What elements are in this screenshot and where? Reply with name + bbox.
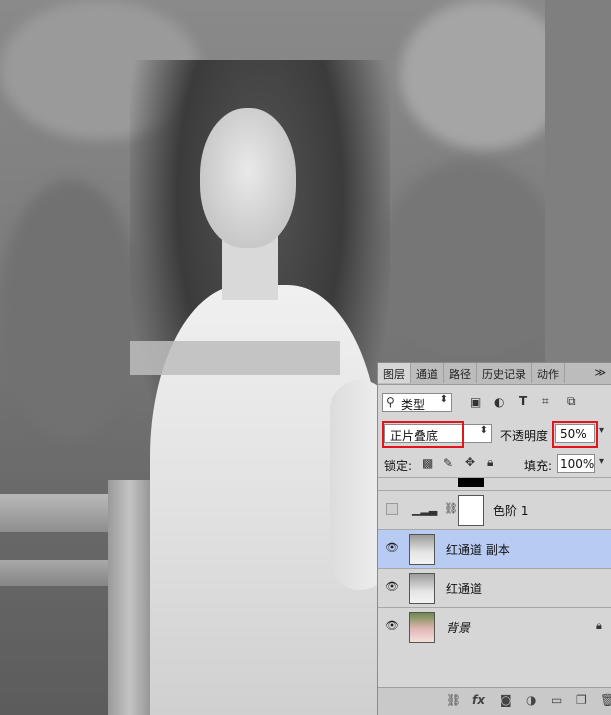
blurred-watermark <box>130 341 340 375</box>
image-filter-icon[interactable]: ▣ <box>470 395 481 409</box>
fill-input[interactable]: 100% <box>557 454 595 473</box>
mask-icon[interactable]: ◙ <box>500 693 512 707</box>
eye-icon[interactable]: 👁︎ <box>384 541 400 555</box>
lock-brush-icon[interactable]: ✎ <box>443 456 453 470</box>
lock-icon: 🔒︎ <box>596 619 602 632</box>
layer-row[interactable]: 👁︎ 红通道 <box>378 568 611 607</box>
lock-transparent-icon[interactable]: ▩ <box>422 456 433 470</box>
type-filter-icon[interactable]: T <box>519 394 527 408</box>
panel-tabs: 图层 通道 路径 历史记录 动作 ≫ <box>378 363 611 385</box>
mask-link-icon[interactable]: ⛓ <box>444 502 458 515</box>
layer-thumbnail <box>409 573 435 604</box>
link-icon[interactable]: ⛓ <box>446 693 461 707</box>
dropdown-arrow-icon: ⬍ <box>439 394 448 405</box>
group-folder-icon[interactable]: ▭ <box>551 693 562 707</box>
new-layer-icon[interactable]: ❐ <box>576 693 587 707</box>
panel-menu-button[interactable]: ≫ <box>589 363 611 383</box>
layer-row[interactable]: ▁▂▃ ⛓ 色阶 1 <box>378 490 611 529</box>
layers-panel: 图层 通道 路径 历史记录 动作 ≫ ⚲ 类型 ⬍ ▣ ◐ T ⌗ ⧉ 正片叠底… <box>377 362 611 715</box>
tab-channels[interactable]: 通道 <box>411 363 444 383</box>
panel-bottom-bar: ⛓ fx ◙ ◑ ▭ ❐ 🗑︎ <box>378 687 611 715</box>
layer-name[interactable]: 红通道 <box>446 580 482 597</box>
blend-mode-highlight <box>382 421 464 448</box>
shape-filter-icon[interactable]: ⌗ <box>542 394 549 409</box>
fill-dropdown-icon[interactable]: ▾ <box>599 456 604 467</box>
lock-all-icon[interactable]: 🔒︎ <box>487 455 493 470</box>
lock-row: 锁定: ▩ ✎ ✥ 🔒︎ 填充: 100% ▾ <box>378 453 611 477</box>
lock-label: 锁定: <box>384 459 413 473</box>
background-foliage <box>0 180 140 440</box>
search-icon: ⚲ <box>386 395 395 409</box>
lock-position-icon[interactable]: ✥ <box>465 455 475 469</box>
visibility-toggle[interactable] <box>386 503 398 515</box>
opacity-dropdown-icon[interactable]: ▾ <box>599 425 604 436</box>
tab-history[interactable]: 历史记录 <box>477 363 532 383</box>
tab-layers[interactable]: 图层 <box>378 363 411 383</box>
blend-row: 正片叠底 ⬍ 不透明度 50% ▾ <box>378 421 611 448</box>
layer-thumbnail <box>409 534 435 565</box>
filter-kind-value: 类型 <box>401 398 426 412</box>
subject-face <box>200 108 296 248</box>
layer-row[interactable]: 👁︎ 背景 🔒︎ <box>378 607 611 646</box>
layer-row-selected[interactable]: 👁︎ 红通道 副本 <box>378 529 611 568</box>
adjustment-icon[interactable]: ◑ <box>526 693 536 707</box>
layer-name[interactable]: 背景 <box>446 619 470 636</box>
tab-paths[interactable]: 路径 <box>444 363 477 383</box>
levels-histogram-icon: ▁▂▃ <box>412 503 438 516</box>
opacity-label: 不透明度 <box>500 429 549 443</box>
layer-mask-thumbnail <box>458 478 484 487</box>
fx-icon[interactable]: fx <box>472 693 485 707</box>
adjustment-filter-icon[interactable]: ◐ <box>494 395 504 409</box>
eye-icon[interactable]: 👁︎ <box>384 619 400 633</box>
layer-row-partial[interactable] <box>378 477 611 491</box>
eye-icon[interactable]: 👁︎ <box>384 580 400 594</box>
tab-actions[interactable]: 动作 <box>532 363 565 383</box>
smart-object-filter-icon[interactable]: ⧉ <box>567 394 576 409</box>
layer-name[interactable]: 红通道 副本 <box>446 541 510 558</box>
filter-kind-select[interactable]: ⚲ 类型 ⬍ <box>382 393 452 412</box>
trash-icon[interactable]: 🗑︎ <box>600 693 611 707</box>
filter-row: ⚲ 类型 ⬍ ▣ ◐ T ⌗ ⧉ <box>378 393 611 415</box>
fill-value: 100% <box>560 457 595 471</box>
opacity-highlight <box>552 421 598 448</box>
dropdown-arrow-icon: ⬍ <box>479 425 488 436</box>
layer-name[interactable]: 色阶 1 <box>493 502 528 519</box>
fill-label: 填充: <box>524 459 553 473</box>
layer-thumbnail <box>409 612 435 643</box>
layer-mask-thumbnail <box>458 495 484 526</box>
canvas-pasteboard <box>545 0 611 362</box>
background-foliage <box>380 160 560 360</box>
wooden-railing <box>0 560 120 586</box>
